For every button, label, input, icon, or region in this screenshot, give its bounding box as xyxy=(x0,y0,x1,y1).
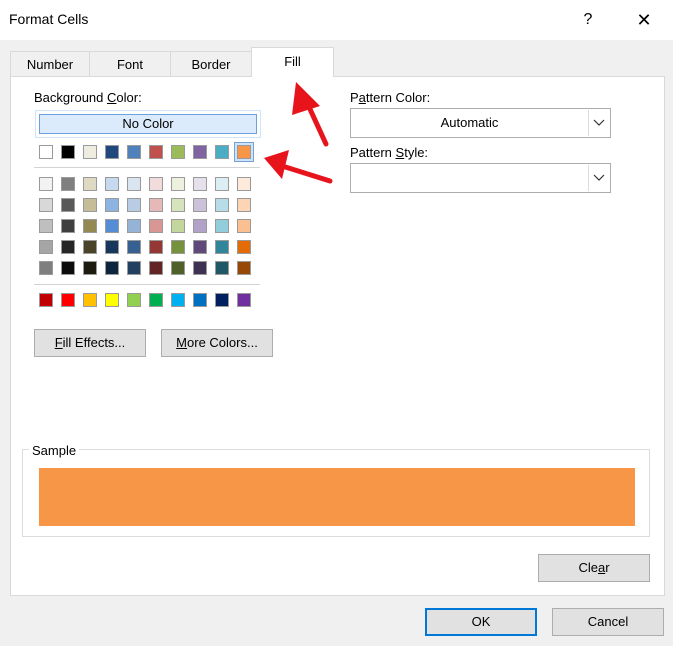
tint-color-swatch[interactable] xyxy=(127,198,141,212)
tint-color-swatch[interactable] xyxy=(83,219,97,233)
theme-color-swatch[interactable] xyxy=(39,145,53,159)
tint-color-swatch[interactable] xyxy=(193,219,207,233)
tint-color-swatch[interactable] xyxy=(171,261,185,275)
theme-color-swatch[interactable] xyxy=(193,145,207,159)
tint-color-swatch[interactable] xyxy=(215,261,229,275)
tint-color-swatch[interactable] xyxy=(237,240,251,254)
tint-color-swatch[interactable] xyxy=(61,198,75,212)
tint-color-swatch[interactable] xyxy=(83,177,97,191)
tint-color-swatch[interactable] xyxy=(237,219,251,233)
sample-preview xyxy=(39,468,635,526)
fill-effects-button[interactable]: Fill Effects... xyxy=(34,329,146,357)
standard-color-swatch[interactable] xyxy=(237,293,251,307)
tint-color-swatch[interactable] xyxy=(83,198,97,212)
pattern-color-label: Pattern Color: xyxy=(350,90,431,105)
tint-color-swatch[interactable] xyxy=(127,240,141,254)
tint-color-swatch[interactable] xyxy=(61,177,75,191)
tint-color-swatch[interactable] xyxy=(193,198,207,212)
tint-color-swatch[interactable] xyxy=(237,261,251,275)
tint-color-swatch[interactable] xyxy=(39,219,53,233)
tint-color-swatch[interactable] xyxy=(215,240,229,254)
tint-color-swatch[interactable] xyxy=(149,261,163,275)
chevron-down-icon[interactable] xyxy=(588,165,609,191)
tint-color-swatch[interactable] xyxy=(61,219,75,233)
tint-color-swatch[interactable] xyxy=(39,261,53,275)
tint-color-swatch[interactable] xyxy=(39,198,53,212)
tint-color-swatch[interactable] xyxy=(61,240,75,254)
tint-color-swatch[interactable] xyxy=(83,240,97,254)
standard-color-swatch[interactable] xyxy=(83,293,97,307)
tint-color-swatch[interactable] xyxy=(171,240,185,254)
theme-color-swatch[interactable] xyxy=(83,145,97,159)
tint-color-swatch[interactable] xyxy=(127,261,141,275)
tint-color-swatch[interactable] xyxy=(149,198,163,212)
standard-color-swatch[interactable] xyxy=(105,293,119,307)
tint-color-swatch[interactable] xyxy=(193,261,207,275)
pattern-style-value xyxy=(351,164,588,192)
theme-color-swatch[interactable] xyxy=(149,145,163,159)
palette-separator xyxy=(34,167,260,168)
pattern-style-dropdown[interactable] xyxy=(350,163,611,193)
pattern-style-label: Pattern Style: xyxy=(350,145,429,160)
tint-color-swatch[interactable] xyxy=(149,219,163,233)
theme-color-swatch[interactable] xyxy=(171,145,185,159)
standard-color-swatch[interactable] xyxy=(215,293,229,307)
theme-color-swatch[interactable] xyxy=(61,145,75,159)
tint-color-swatch[interactable] xyxy=(105,198,119,212)
tint-color-swatch[interactable] xyxy=(193,240,207,254)
tint-color-swatch[interactable] xyxy=(61,261,75,275)
sample-label: Sample xyxy=(29,443,80,458)
tint-color-swatch[interactable] xyxy=(105,261,119,275)
tint-color-swatch[interactable] xyxy=(215,219,229,233)
tint-color-swatch[interactable] xyxy=(237,198,251,212)
tint-color-swatch[interactable] xyxy=(171,219,185,233)
pattern-color-value: Automatic xyxy=(440,115,499,130)
tint-color-swatch[interactable] xyxy=(105,240,119,254)
clear-button[interactable]: Clear xyxy=(538,554,650,582)
more-colors-button[interactable]: More Colors... xyxy=(161,329,273,357)
tint-color-swatch[interactable] xyxy=(215,177,229,191)
tint-color-swatch[interactable] xyxy=(105,219,119,233)
tint-color-swatch[interactable] xyxy=(149,240,163,254)
tint-color-swatch[interactable] xyxy=(149,177,163,191)
standard-color-swatch[interactable] xyxy=(193,293,207,307)
tint-color-swatch[interactable] xyxy=(237,177,251,191)
theme-color-swatch[interactable] xyxy=(105,145,119,159)
tint-color-swatch[interactable] xyxy=(171,177,185,191)
tint-color-swatch[interactable] xyxy=(105,177,119,191)
tint-color-swatch[interactable] xyxy=(171,198,185,212)
standard-color-swatch[interactable] xyxy=(149,293,163,307)
tint-color-swatch[interactable] xyxy=(127,177,141,191)
tint-color-swatch[interactable] xyxy=(127,219,141,233)
tint-color-swatch[interactable] xyxy=(39,177,53,191)
standard-color-swatch[interactable] xyxy=(171,293,185,307)
standard-color-swatch[interactable] xyxy=(39,293,53,307)
chevron-down-icon[interactable] xyxy=(588,110,609,136)
theme-color-swatch[interactable] xyxy=(215,145,229,159)
tint-color-swatch[interactable] xyxy=(215,198,229,212)
color-palette xyxy=(0,0,673,646)
tint-color-swatch[interactable] xyxy=(83,261,97,275)
theme-color-swatch[interactable] xyxy=(127,145,141,159)
theme-color-swatch[interactable] xyxy=(237,145,251,159)
standard-color-swatch[interactable] xyxy=(61,293,75,307)
standard-color-swatch[interactable] xyxy=(127,293,141,307)
pattern-color-dropdown[interactable]: Automatic xyxy=(350,108,611,138)
tint-color-swatch[interactable] xyxy=(39,240,53,254)
palette-separator xyxy=(34,284,260,285)
tint-color-swatch[interactable] xyxy=(193,177,207,191)
